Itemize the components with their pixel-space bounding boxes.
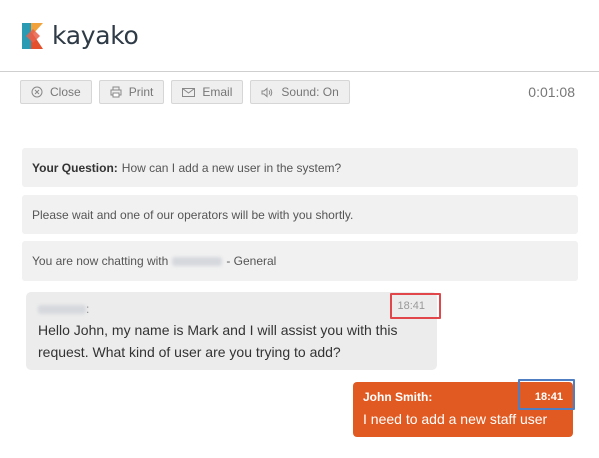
print-button[interactable]: Print <box>98 80 165 104</box>
chat-toolbar: Close Print Email Sound: On <box>20 80 350 104</box>
email-button[interactable]: Email <box>171 80 244 104</box>
question-message: Your Question: How can I add a new user … <box>22 148 578 187</box>
timestamp-highlight-blue <box>518 379 575 410</box>
email-button-label: Email <box>202 85 233 99</box>
chatting-suffix: - General <box>226 254 277 268</box>
envelope-icon <box>182 87 196 98</box>
chat-timer: 0:01:08 <box>528 84 575 100</box>
kayako-logo-icon <box>22 23 43 49</box>
header: kayako <box>0 0 599 72</box>
printer-icon <box>110 86 122 98</box>
operator-message-text: Hello John, my name is Mark and I will a… <box>38 322 398 360</box>
timestamp-highlight-red <box>390 293 441 319</box>
chatting-prefix: You are now chatting with <box>32 254 169 268</box>
user-message-text: I need to add a new staff user <box>363 411 548 427</box>
kayako-logo[interactable]: kayako <box>22 22 139 50</box>
print-button-label: Print <box>128 85 154 99</box>
question-text: How can I add a new user in the system? <box>121 160 342 175</box>
redacted-operator-name <box>172 256 223 266</box>
close-circle-icon <box>31 86 43 98</box>
speaker-icon <box>261 86 274 98</box>
operator-name-suffix: : <box>86 302 90 316</box>
chatting-with-message: You are now chatting with - General <box>22 241 578 281</box>
close-button[interactable]: Close <box>20 80 92 104</box>
operator-name: : <box>38 300 425 318</box>
wait-message: Please wait and one of our operators wil… <box>22 195 578 234</box>
operator-message-bubble: : Hello John, my name is Mark and I will… <box>26 292 437 370</box>
brand-name: kayako <box>52 21 139 50</box>
redacted-operator-name <box>38 304 86 314</box>
sound-toggle-button[interactable]: Sound: On <box>250 80 350 104</box>
sound-toggle-label: Sound: On <box>281 85 339 99</box>
question-label: Your Question: <box>32 160 118 175</box>
close-button-label: Close <box>50 85 81 99</box>
wait-text: Please wait and one of our operators wil… <box>32 207 354 222</box>
